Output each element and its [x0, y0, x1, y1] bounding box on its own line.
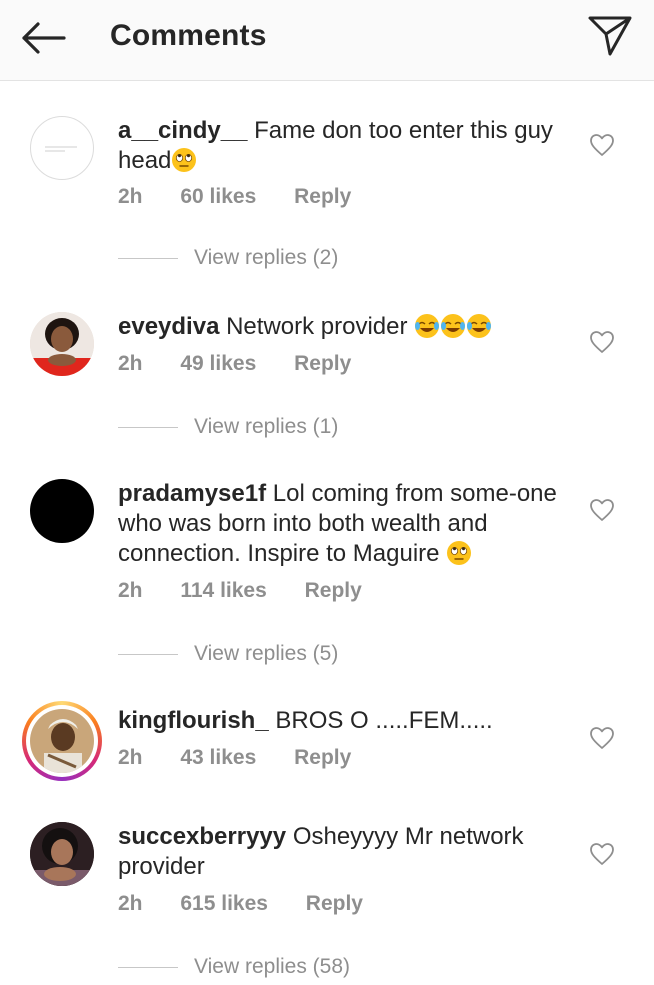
comment-text: pradamyse1f Lol coming from some-one who…: [118, 479, 568, 569]
comment-time: 2h: [118, 352, 143, 375]
comment-meta: 2h 49 likes Reply: [118, 352, 383, 376]
back-arrow-icon: [22, 22, 66, 54]
reply-button[interactable]: Reply: [306, 892, 363, 916]
page-title: Comments: [110, 19, 267, 52]
comment-username[interactable]: kingflourish_: [118, 707, 269, 734]
heart-icon[interactable]: [589, 498, 615, 522]
heart-icon[interactable]: [589, 330, 615, 354]
comment-meta: 2h 60 likes Reply: [118, 185, 383, 209]
avatar[interactable]: [30, 822, 94, 886]
top-bar: Comments: [0, 0, 654, 81]
heart-icon[interactable]: [589, 842, 615, 866]
comment-username[interactable]: eveydiva: [118, 313, 219, 340]
comment-time: 2h: [118, 579, 143, 602]
view-replies-label: View replies (1): [194, 415, 339, 438]
avatar-image: [30, 822, 94, 886]
comment-meta: 2h 43 likes Reply: [118, 746, 383, 770]
direct-share-icon: [588, 16, 632, 56]
face-with-tears-of-joy-emoji-icon: [467, 314, 492, 338]
avatar[interactable]: [30, 312, 94, 376]
face-with-tears-of-joy-emoji-icon: [441, 314, 466, 338]
face-with-tears-of-joy-emoji-icon: [415, 314, 440, 338]
comment-time: 2h: [118, 185, 143, 208]
comment-text: succexberryyy Osheyyyy Mr network provid…: [118, 822, 568, 882]
view-replies-label: View replies (2): [194, 246, 339, 269]
heart-icon[interactable]: [589, 726, 615, 750]
like-count[interactable]: 43 likes: [180, 746, 256, 770]
view-replies-label: View replies (5): [194, 642, 339, 665]
like-count[interactable]: 60 likes: [180, 185, 256, 209]
heart-icon[interactable]: [589, 133, 615, 157]
replies-divider: [118, 427, 178, 428]
comment-time: 2h: [118, 746, 143, 769]
avatar-image: [30, 709, 94, 773]
reply-button[interactable]: Reply: [305, 579, 362, 603]
avatar[interactable]: [30, 116, 94, 180]
comment-username[interactable]: succexberryyy: [118, 823, 286, 850]
reply-button[interactable]: Reply: [294, 185, 351, 209]
comment-body: BROS O .....FEM.....: [275, 707, 493, 734]
direct-share-button[interactable]: [586, 14, 634, 58]
like-count[interactable]: 615 likes: [180, 892, 268, 916]
back-button[interactable]: [18, 18, 68, 58]
comment-text: a__cindy__ Fame don too enter this guy h…: [118, 116, 568, 176]
like-count[interactable]: 114 likes: [180, 579, 266, 603]
comment-text: eveydiva Network provider: [118, 312, 568, 342]
avatar-image: [30, 312, 94, 376]
comment-text: kingflourish_ BROS O .....FEM.....: [118, 706, 568, 736]
comment-username[interactable]: a__cindy__: [118, 117, 247, 144]
reply-button[interactable]: Reply: [294, 352, 351, 376]
comment-meta: 2h 114 likes Reply: [118, 579, 394, 603]
reply-button[interactable]: Reply: [294, 746, 351, 770]
replies-divider: [118, 654, 178, 655]
avatar-image: [45, 146, 77, 152]
comment-meta: 2h 615 likes Reply: [118, 892, 395, 916]
like-count[interactable]: 49 likes: [180, 352, 256, 376]
face-with-rolling-eyes-emoji-icon: [172, 148, 197, 172]
comment-time: 2h: [118, 892, 143, 915]
avatar-story-ring[interactable]: [22, 701, 102, 781]
view-replies-label: View replies (58): [194, 955, 351, 978]
avatar[interactable]: [30, 479, 94, 543]
comment-body: Network provider: [226, 313, 408, 340]
replies-divider: [118, 967, 178, 968]
comment-username[interactable]: pradamyse1f: [118, 480, 266, 507]
replies-divider: [118, 258, 178, 259]
face-with-rolling-eyes-emoji-icon: [447, 541, 472, 565]
